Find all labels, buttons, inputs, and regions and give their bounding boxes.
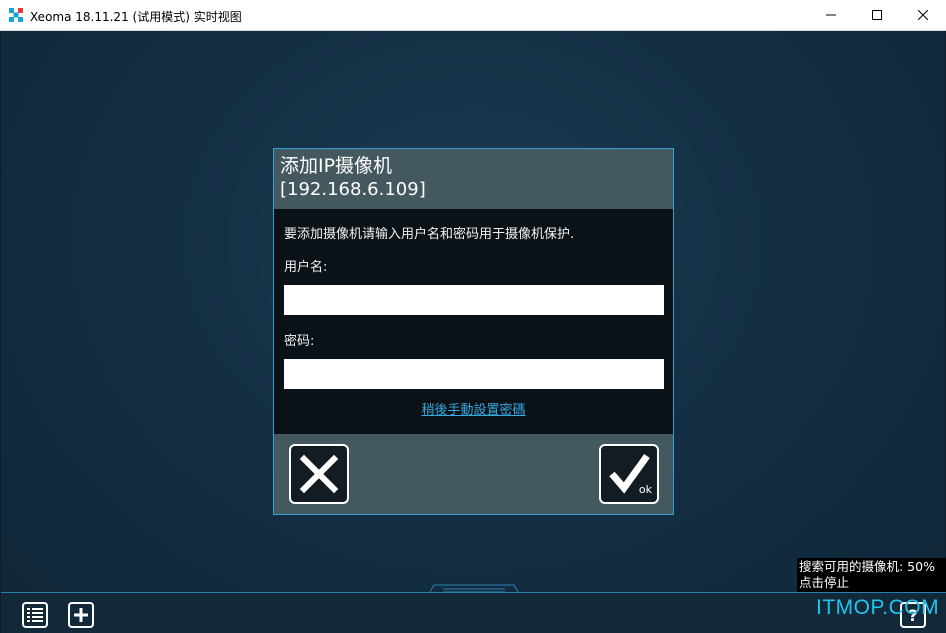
camera-search-status[interactable]: 搜索可用的摄像机: 50% 点击停止 xyxy=(797,558,946,592)
password-label: 密码: xyxy=(284,334,315,349)
camera-list-button[interactable] xyxy=(22,602,48,628)
minimize-icon xyxy=(826,14,836,16)
list-icon xyxy=(27,608,43,622)
camera-ip-address: [192.168.6.109] xyxy=(280,179,426,200)
password-input[interactable] xyxy=(284,359,664,389)
maximize-button[interactable] xyxy=(854,0,900,30)
ok-label: ok xyxy=(638,483,652,496)
minimize-button[interactable] xyxy=(808,0,854,30)
maximize-icon xyxy=(872,10,882,20)
set-password-later-link[interactable]: 稍後手動設置密碼 xyxy=(274,399,673,418)
xeoma-logo-icon xyxy=(9,8,23,22)
dialog-title: 添加IP摄像机 xyxy=(280,155,393,177)
dialog-message: 要添加摄像机请输入用户名和密码用于摄像机保护. xyxy=(284,227,575,242)
click-to-stop-text: 点击停止 xyxy=(799,575,850,590)
close-button[interactable] xyxy=(900,0,946,30)
close-icon xyxy=(918,10,928,20)
dialog-header: 添加IP摄像机 [192.168.6.109] xyxy=(274,149,673,209)
cancel-button[interactable] xyxy=(289,444,349,504)
title-bar: Xeoma 18.11.21 (试用模式) 实时视图 xyxy=(0,0,946,31)
watermark-text: ITMOP.COM xyxy=(816,596,940,619)
dialog-body: 要添加摄像机请输入用户名和密码用于摄像机保护. 用户名: 密码: 稍後手動設置密… xyxy=(274,209,673,434)
bottom-toolbar: ? xyxy=(1,592,946,633)
plus-icon xyxy=(74,608,88,622)
cross-icon xyxy=(299,454,339,494)
add-camera-button[interactable] xyxy=(68,602,94,628)
search-progress-text: 搜索可用的摄像机: 50% xyxy=(799,559,935,574)
add-ip-camera-dialog: 添加IP摄像机 [192.168.6.109] 要添加摄像机请输入用户名和密码用… xyxy=(273,148,674,515)
ok-button[interactable]: ok xyxy=(599,444,659,504)
username-label: 用户名: xyxy=(284,260,328,275)
dialog-footer: ok xyxy=(274,434,673,514)
window-title: Xeoma 18.11.21 (试用模式) 实时视图 xyxy=(30,10,242,24)
live-view-area: ? 添加IP摄像机 [192.168.6.109] 要添加摄像机请输入用户名和密… xyxy=(0,31,946,633)
username-input[interactable] xyxy=(284,285,664,315)
